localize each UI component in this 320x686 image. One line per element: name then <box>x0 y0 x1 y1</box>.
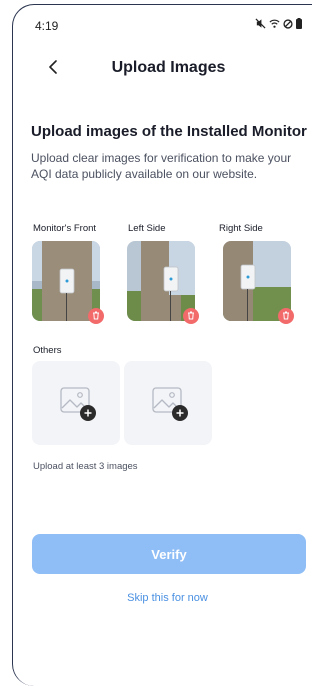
others-label: Others <box>33 345 62 356</box>
trash-icon <box>187 307 195 325</box>
status-time: 4:19 <box>35 19 59 33</box>
top-nav: Upload Images <box>13 51 312 87</box>
battery-icon <box>296 18 302 29</box>
add-image-tile[interactable] <box>124 361 212 445</box>
section-title: Upload images of the Installed Monitor <box>31 123 307 140</box>
delete-right-button[interactable] <box>278 308 294 324</box>
delete-left-button[interactable] <box>183 308 199 324</box>
plus-icon <box>80 405 96 421</box>
wifi-icon <box>269 18 280 29</box>
status-bar: 4:19 <box>13 5 312 47</box>
upload-hint: Upload at least 3 images <box>33 461 138 472</box>
add-image-tile[interactable] <box>32 361 120 445</box>
image-label-right: Right Side <box>219 223 263 234</box>
verify-button[interactable]: Verify <box>32 534 306 574</box>
trash-icon <box>282 307 290 325</box>
trash-icon <box>92 307 100 325</box>
mute-icon <box>255 18 266 29</box>
image-label-left: Left Side <box>128 223 166 234</box>
page-title: Upload Images <box>111 59 226 76</box>
skip-link[interactable]: Skip this for now <box>13 592 312 604</box>
delete-front-button[interactable] <box>88 308 104 324</box>
image-label-front: Monitor's Front <box>33 223 97 234</box>
status-icons <box>255 18 302 29</box>
dnd-icon <box>283 18 293 29</box>
plus-icon <box>172 405 188 421</box>
section-description: Upload clear images for verification to … <box>31 151 292 181</box>
phone-frame: 4:19 Upload Images Upload images of the … <box>12 4 312 686</box>
